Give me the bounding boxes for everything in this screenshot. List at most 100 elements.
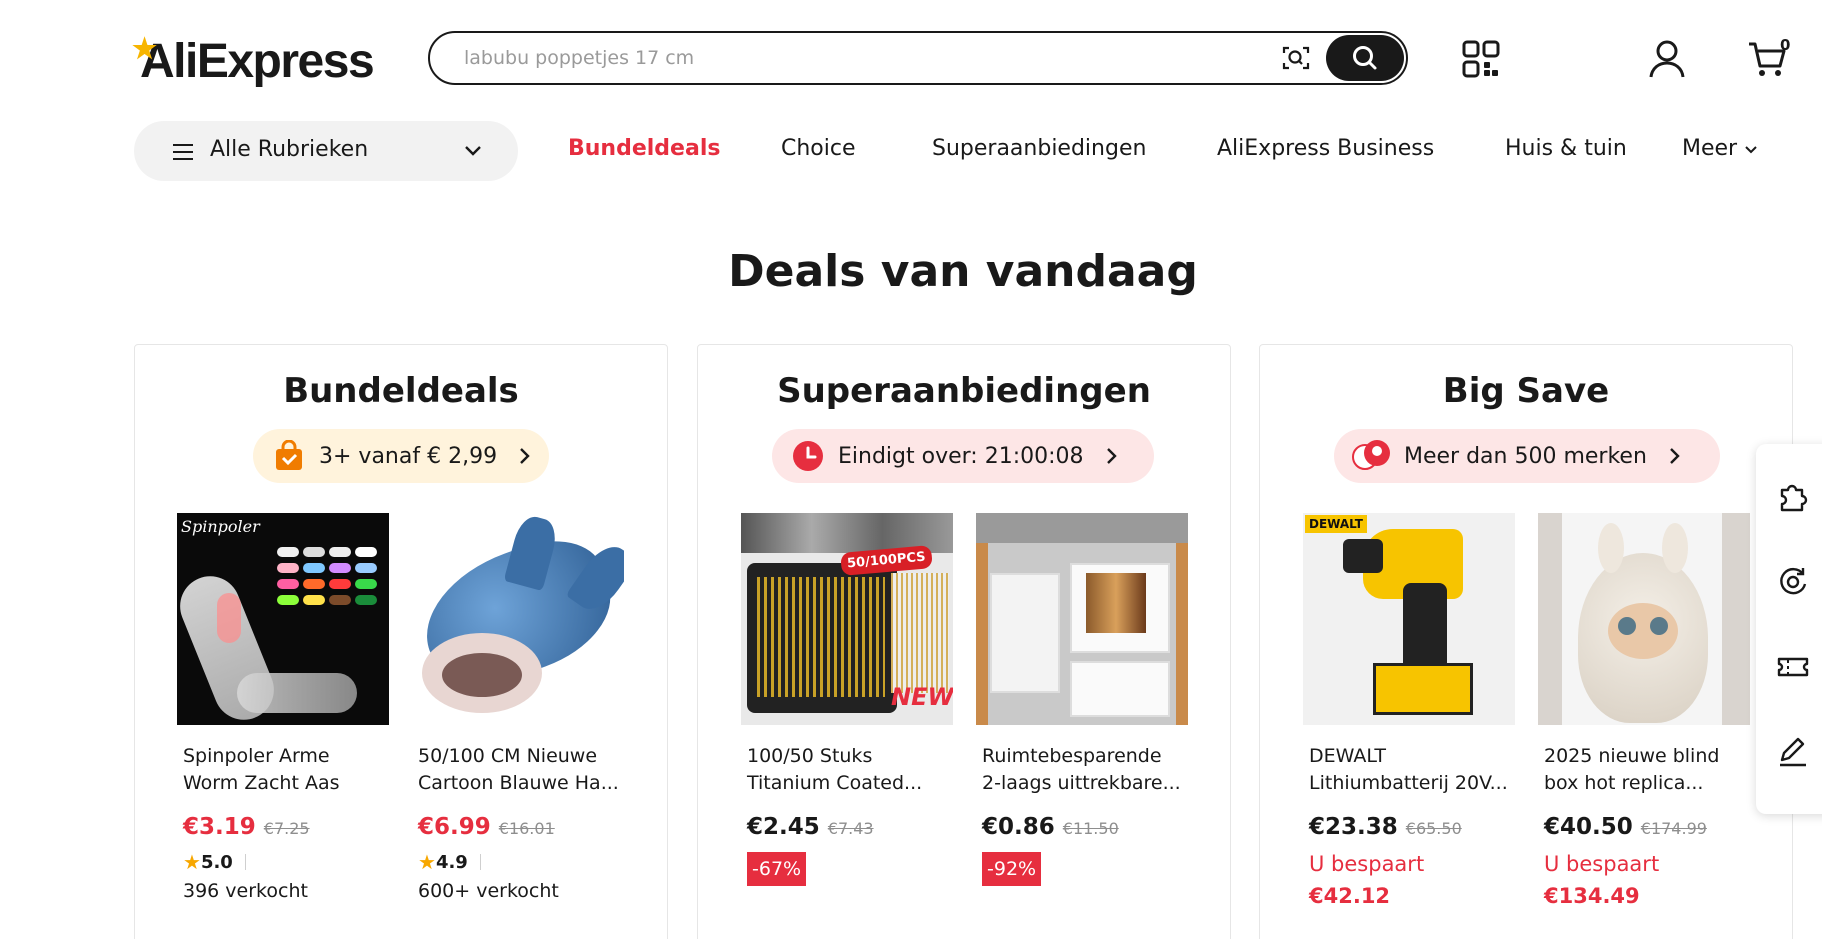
product-tile[interactable]: 2025 nieuwe blind box hot replica... €40… <box>1538 513 1750 912</box>
search-icon <box>1353 46 1377 70</box>
product-name: 50/100 CM Nieuwe Cartoon Blauwe Ha... <box>418 745 619 794</box>
countdown-pill[interactable]: Eindigt over: 21:00:08 <box>772 429 1154 483</box>
brands-pill-text: Meer dan 500 merken <box>1404 443 1647 469</box>
product-image <box>976 513 1188 725</box>
product-name: Spinpoler Arme Worm Zacht Aas Tp... <box>183 745 340 794</box>
product-image: 50/100PCS NEW <box>741 513 953 725</box>
savings-amount: €134.49 <box>1544 884 1640 908</box>
nav-huis-tuin[interactable]: Huis & tuin <box>1505 136 1627 161</box>
clock-icon <box>793 441 823 471</box>
product-image: DEWALT <box>1303 513 1515 725</box>
card-bundeldeals[interactable]: Bundeldeals 3+ vanaf € 2,99 Spinpoler Sp… <box>134 344 668 939</box>
product-tile[interactable]: Ruimtebesparende 2-laags uittrekbare... … <box>976 513 1188 886</box>
product-price: €0.86 <box>982 814 1055 840</box>
price-row: €2.45 €7.43 <box>741 814 953 840</box>
price-row: €40.50 €174.99 <box>1538 814 1750 840</box>
product-name: DEWALT Lithiumbatterij 20V... <box>1309 745 1508 794</box>
countdown-text: Eindigt over: 21:00:08 <box>838 443 1084 469</box>
original-price: €174.99 <box>1640 819 1707 838</box>
savings-label: U bespaart <box>1309 852 1425 876</box>
puzzle-icon[interactable] <box>1774 478 1812 516</box>
price-row: €3.19 €7.25 <box>177 814 389 840</box>
product-name: 100/50 Stuks Titanium Coated... <box>747 745 923 794</box>
price-row: €23.38 €65.50 <box>1303 814 1515 840</box>
product-image <box>412 513 624 725</box>
original-price: €65.50 <box>1405 819 1462 838</box>
bundle-promo-pill[interactable]: 3+ vanaf € 2,99 <box>253 429 549 483</box>
brands-pill[interactable]: Meer dan 500 merken <box>1334 429 1720 483</box>
refresh-icon[interactable] <box>1774 562 1812 600</box>
edit-icon[interactable] <box>1774 732 1812 770</box>
card-title: Big Save <box>1260 371 1792 411</box>
shopping-bag-icon <box>276 440 302 470</box>
product-price: €6.99 <box>418 814 491 840</box>
big-save-title: Big Save <box>1442 371 1610 411</box>
chevron-right-icon <box>1106 448 1117 464</box>
nav-meer-label: Meer <box>1682 136 1738 161</box>
savings-amount: €42.12 <box>1309 884 1391 908</box>
brand-text: DEWALT <box>1305 515 1367 533</box>
search-bar <box>428 31 1408 85</box>
savings-label: U bespaart <box>1544 852 1660 876</box>
star-icon: ★ <box>183 850 201 874</box>
product-image <box>1538 513 1750 725</box>
nav-bundeldeals[interactable]: Bundeldeals <box>568 136 720 161</box>
chevron-down-icon <box>465 146 481 156</box>
brand-logo-icon <box>1352 440 1394 472</box>
sold-count: 396 verkocht <box>183 880 308 902</box>
divider <box>244 854 246 870</box>
savings: U bespaart €42.12 <box>1303 848 1515 912</box>
product-price: €40.50 <box>1544 814 1633 840</box>
savings: U bespaart €134.49 <box>1538 848 1750 912</box>
original-price: €7.43 <box>827 819 874 838</box>
nav-aliexpress-business[interactable]: AliExpress Business <box>1217 136 1434 161</box>
discount-badge: -92% <box>982 852 1042 886</box>
chevron-down-icon <box>1745 146 1757 154</box>
chevron-right-icon <box>1670 448 1680 464</box>
side-toolbar <box>1756 444 1822 814</box>
original-price: €7.25 <box>263 819 310 838</box>
search-button[interactable] <box>1326 35 1404 81</box>
price-row: €6.99 €16.01 <box>412 814 624 840</box>
nav-choice[interactable]: Choice <box>781 136 856 161</box>
belgium-flag-icon[interactable] <box>1552 46 1590 72</box>
card-superaanbiedingen[interactable]: Superaanbiedingen Eindigt over: 21:00:08… <box>697 344 1231 939</box>
card-big-save[interactable]: Big Save Meer dan 500 merken DEWALT DEWA… <box>1259 344 1793 939</box>
product-tile[interactable]: Spinpoler Spinpoler Arme Worm Zacht Aas … <box>177 513 389 902</box>
card-title: Bundeldeals <box>283 371 519 411</box>
menu-icon <box>173 144 193 160</box>
star-icon: ★ <box>418 850 436 874</box>
image-new-label: NEW <box>891 683 953 711</box>
product-tile[interactable]: 50/100 CM Nieuwe Cartoon Blauwe Ha... €6… <box>412 513 624 902</box>
rating-value: 4.9 <box>435 851 468 873</box>
brand-text: Spinpoler <box>181 517 260 536</box>
product-price: €3.19 <box>183 814 256 840</box>
coupon-icon[interactable] <box>1774 648 1812 686</box>
qr-code-icon[interactable] <box>1460 38 1502 80</box>
product-tile[interactable]: DEWALT DEWALT Lithiumbatterij 20V... €23… <box>1303 513 1515 912</box>
rating-value: 5.0 <box>200 851 233 873</box>
search-input[interactable] <box>464 33 1264 83</box>
page-title: Deals van vandaag <box>728 246 1198 297</box>
product-tile[interactable]: 50/100PCS NEW 100/50 Stuks Titanium Coat… <box>741 513 953 886</box>
camera-search-icon[interactable] <box>1278 42 1314 74</box>
product-price: €2.45 <box>747 814 820 840</box>
card-title: Superaanbiedingen <box>777 371 1151 411</box>
account-icon[interactable] <box>1646 38 1688 80</box>
all-categories-button[interactable]: Alle Rubrieken <box>134 121 518 181</box>
chevron-right-icon <box>520 448 530 464</box>
product-price: €23.38 <box>1309 814 1398 840</box>
product-name: Ruimtebesparende 2-laags uittrekbare... <box>982 745 1181 794</box>
divider <box>479 854 481 870</box>
product-name: 2025 nieuwe blind box hot replica... <box>1544 745 1720 794</box>
product-image: Spinpoler <box>177 513 389 725</box>
rating-row: ★ 4.9 <box>412 850 624 874</box>
aliexpress-logo[interactable]: ★ AliExpress <box>132 33 375 89</box>
original-price: €11.50 <box>1062 819 1119 838</box>
price-row: €0.86 €11.50 <box>976 814 1188 840</box>
nav-superaanbiedingen[interactable]: Superaanbiedingen <box>932 136 1146 161</box>
site-header: ★ AliExpress 0 <box>0 0 1822 110</box>
nav-meer[interactable]: Meer <box>1682 136 1758 161</box>
original-price: €16.01 <box>498 819 555 838</box>
sold-count: 600+ verkocht <box>418 880 559 902</box>
